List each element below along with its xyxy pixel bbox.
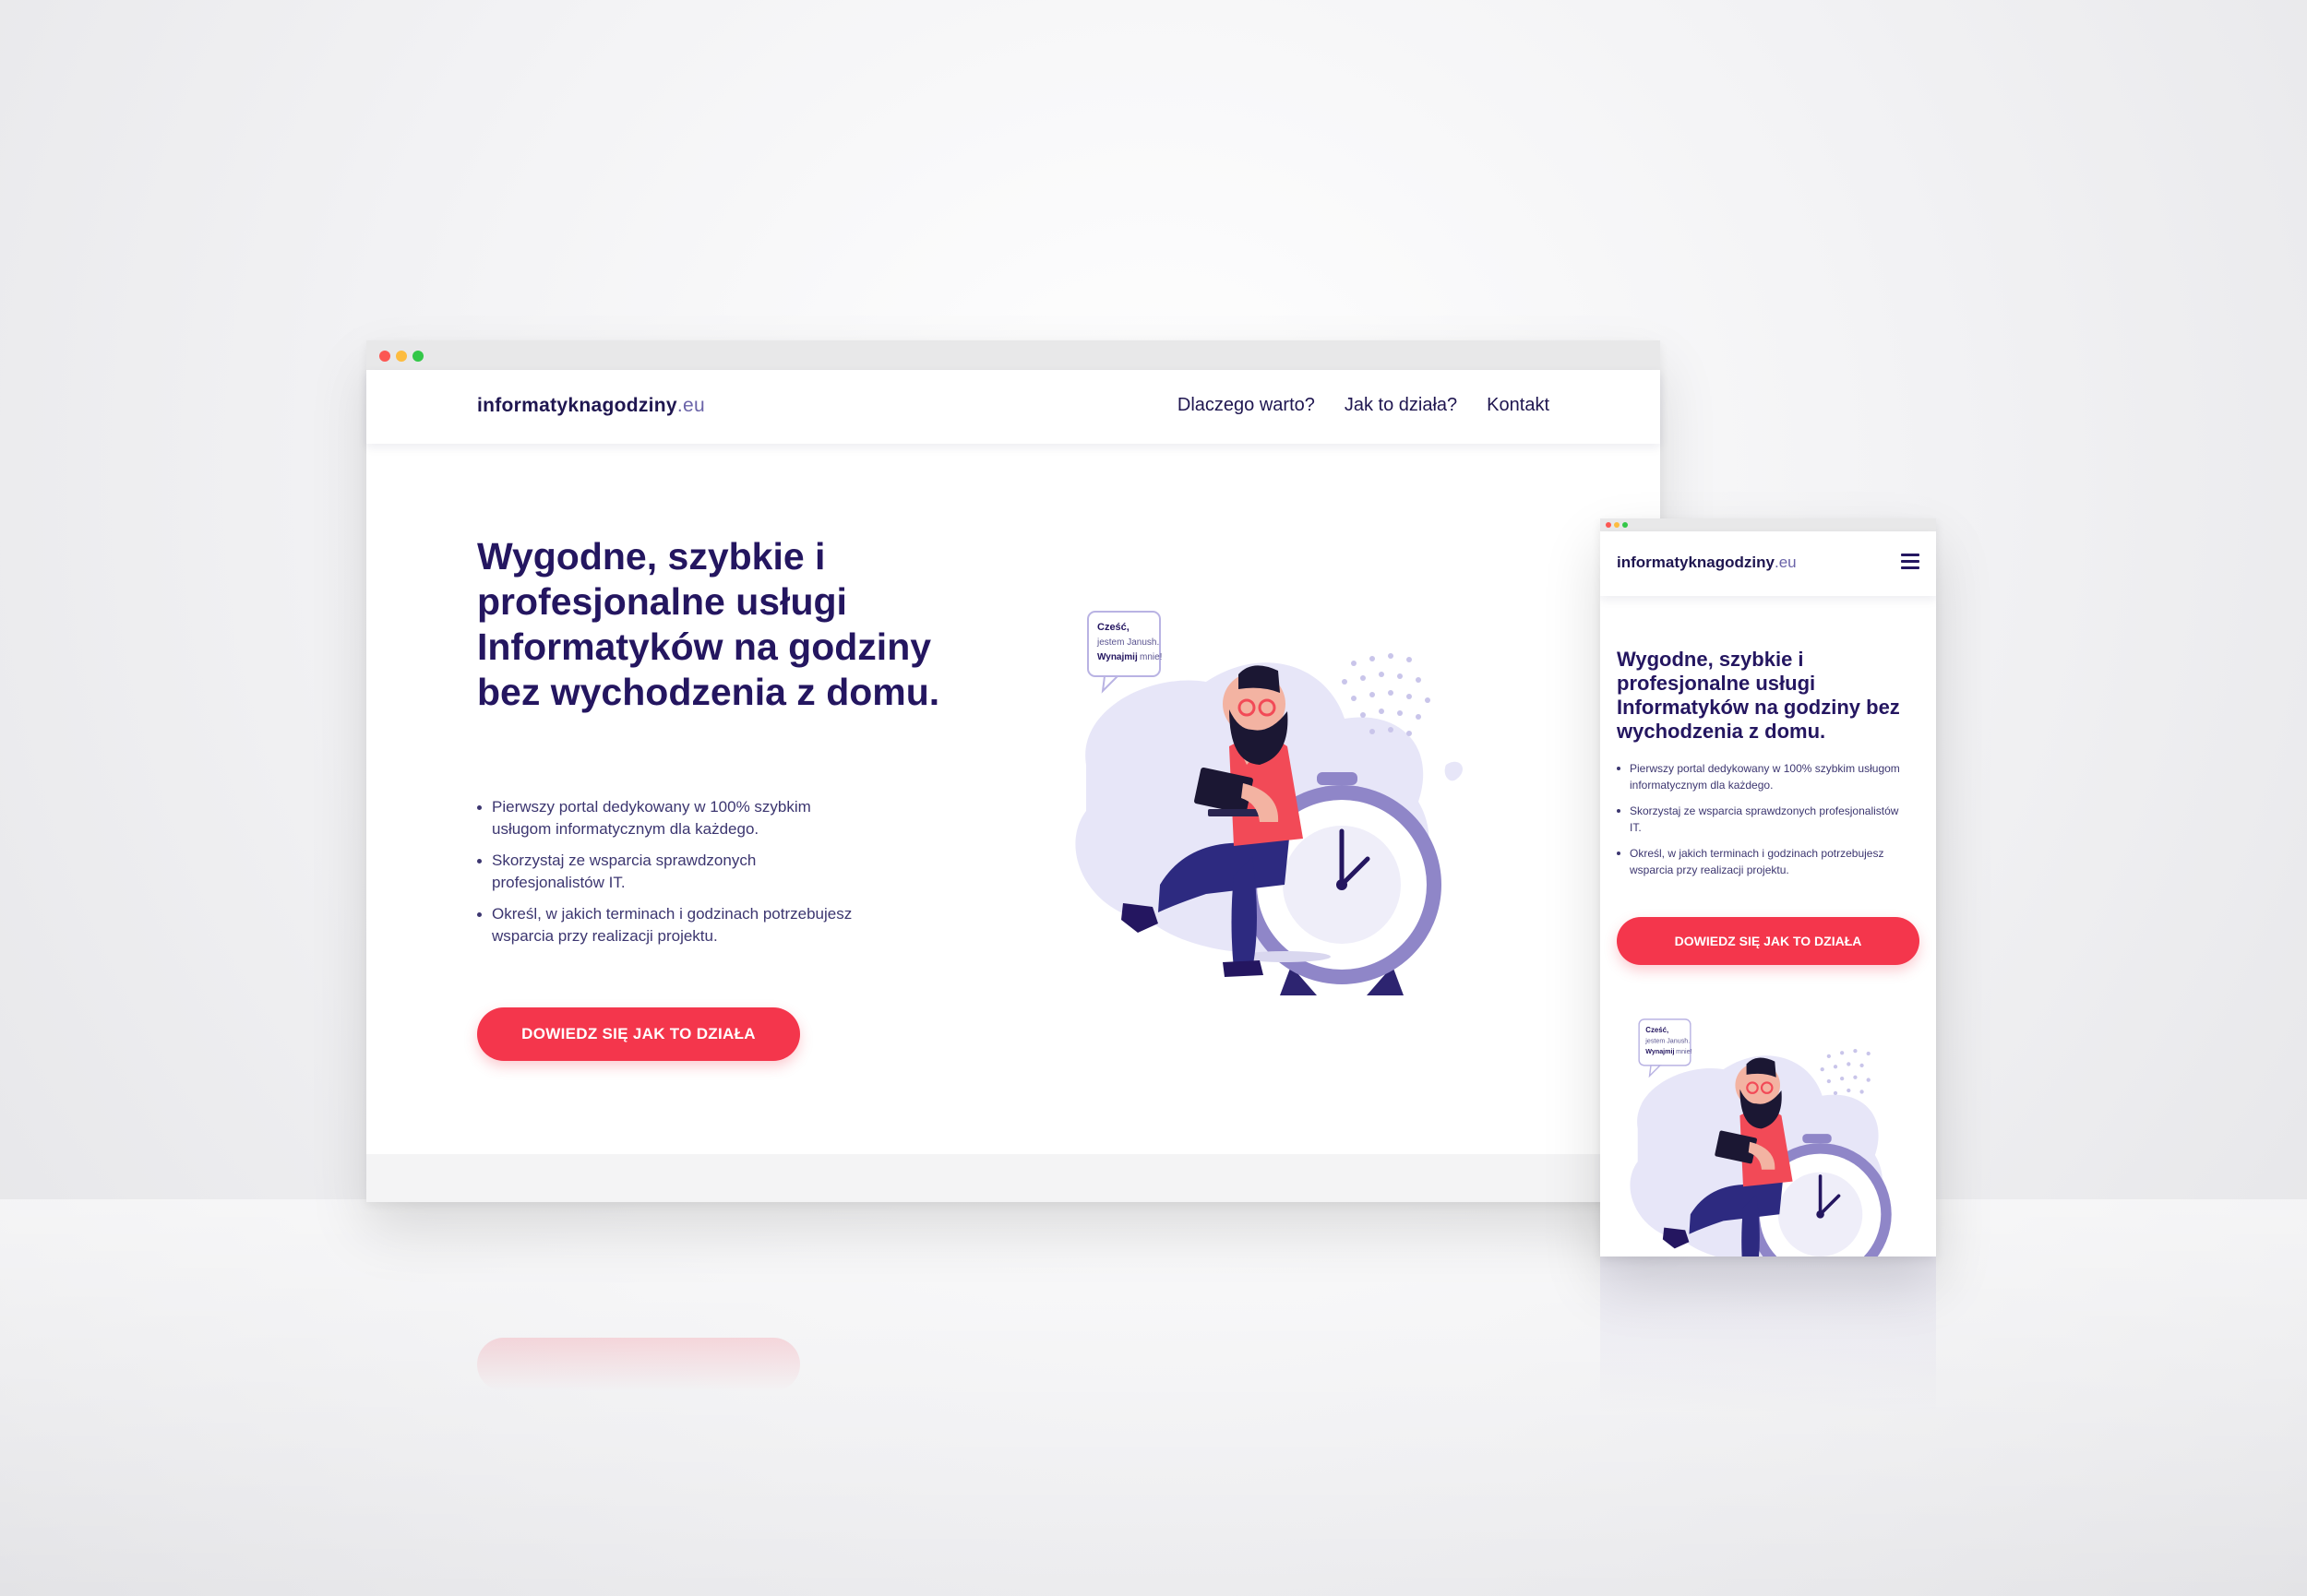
browser-chrome [1600,518,1936,531]
learn-how-button[interactable]: DOWIEDZ SIĘ JAK TO DZIAŁA [477,1007,800,1061]
feature-list: Pierwszy portal dedykowany w 100% szybki… [477,796,865,957]
logo-tld: .eu [1774,554,1797,571]
button-reflection [477,1338,800,1391]
desktop-mockup: informatyknagodziny.eu Dlaczego warto? J… [366,340,1660,1202]
logo-name: informatyknagodziny [1617,554,1775,571]
speech-greeting: Cześć, [1097,622,1130,633]
section-footer-strip [366,1154,1660,1202]
speech-bubble: Cześć, jestem Janush. Wynajmij mnie! [1638,1018,1692,1078]
browser-chrome [366,340,1660,370]
nav-link-contact[interactable]: Kontakt [1487,395,1549,416]
speech-intro: jestem Janush. [1096,637,1159,648]
speech-bubble: Cześć, jestem Janush. Wynajmij mnie! [1087,611,1162,694]
list-item: Skorzystaj ze wsparcia sprawdzonych prof… [477,850,865,894]
hamburger-menu-icon[interactable] [1901,554,1919,570]
list-item: Skorzystaj ze wsparcia sprawdzonych prof… [1617,803,1912,836]
speech-hire: Wynajmij [1645,1048,1674,1055]
window-maximize-dot-icon[interactable] [412,351,424,362]
list-item: Pierwszy portal dedykowany w 100% szybki… [1617,760,1912,793]
window-minimize-dot-icon[interactable] [396,351,407,362]
learn-how-button[interactable]: DOWIEDZ SIĘ JAK TO DZIAŁA [1617,917,1919,965]
mobile-reflection [1600,1257,1936,1413]
list-item: Określ, w jakich terminach i godzinach p… [477,903,865,947]
hero-title: Wygodne, szybkie i profesjonalne usługi … [477,535,940,713]
speech-intro: jestem Janush. [1644,1038,1690,1045]
speech-hire: Wynajmij [1097,652,1138,662]
window-maximize-dot-icon[interactable] [1622,522,1628,528]
logo-name: informatyknagodziny [477,395,677,416]
mobile-top-navigation: informatyknagodziny.eu [1600,531,1936,596]
main-menu: Dlaczego warto? Jak to działa? Kontakt [1177,395,1549,416]
hero-illustration: Cześć, jestem Janush. Wynajmij mnie! [1630,1018,1892,1257]
list-item: Pierwszy portal dedykowany w 100% szybki… [477,796,865,840]
hero-illustration: Cześć, jestem Janush. Wynajmij mnie! [1075,611,1464,995]
feature-list: Pierwszy portal dedykowany w 100% szybki… [1617,760,1912,887]
floor-reflection [0,1199,2307,1596]
speech-me: mnie! [1140,652,1162,662]
site-logo[interactable]: informatyknagodziny.eu [477,395,705,417]
list-item: Określ, w jakich terminach i godzinach p… [1617,845,1912,878]
window-minimize-dot-icon[interactable] [1614,522,1620,528]
logo-tld: .eu [676,395,705,416]
nav-link-how[interactable]: Jak to działa? [1345,395,1457,416]
site-logo[interactable]: informatyknagodziny.eu [1617,554,1797,572]
mobile-mockup: informatyknagodziny.eu Wygodne, szybkie … [1600,518,1936,1257]
window-close-dot-icon[interactable] [379,351,390,362]
speech-greeting: Cześć, [1645,1026,1668,1034]
top-navigation: informatyknagodziny.eu Dlaczego warto? J… [366,370,1660,444]
nav-link-why[interactable]: Dlaczego warto? [1177,395,1315,416]
speech-me: mnie! [1676,1048,1691,1055]
hero-title: Wygodne, szybkie i profesjonalne usługi … [1617,648,1900,743]
window-close-dot-icon[interactable] [1606,522,1611,528]
